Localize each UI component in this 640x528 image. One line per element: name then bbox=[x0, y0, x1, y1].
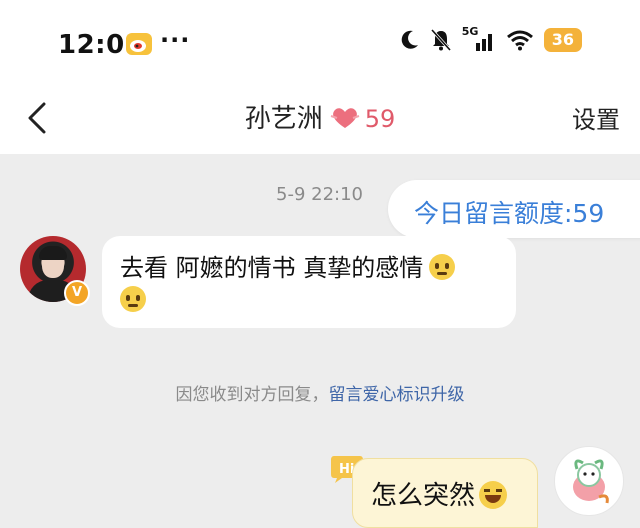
message-quota-text: 今日留言额度:59 bbox=[414, 199, 605, 228]
message-quota-pill: 今日留言额度:59 bbox=[388, 180, 640, 238]
weibo-icon bbox=[126, 33, 152, 55]
settings-button[interactable]: 设置 bbox=[572, 100, 620, 135]
cellular-signal-icon: 5G bbox=[462, 25, 496, 52]
battery-indicator: 36 bbox=[543, 28, 582, 52]
notice-link[interactable]: 留言爱心标识升级 bbox=[329, 385, 465, 405]
nav-bar: 孙艺洲 59 设置 bbox=[0, 86, 640, 154]
bell-off-icon bbox=[430, 28, 451, 52]
system-notice: 因您收到对方回复，留言爱心标识升级 bbox=[175, 385, 465, 405]
intimacy-count: 59 bbox=[364, 105, 396, 133]
message-bubble-incoming[interactable]: 去看 阿嬷的情书 真挚的感情 bbox=[102, 236, 516, 328]
laughing-emoji-icon bbox=[479, 481, 508, 509]
message-timestamp: 5-9 22:10 bbox=[276, 184, 363, 205]
verified-badge-icon: V bbox=[64, 280, 90, 306]
more-icon: ··· bbox=[160, 26, 191, 54]
message-text: 怎么突然 bbox=[371, 475, 508, 512]
message-bubble-outgoing[interactable]: 怎么突然 bbox=[352, 458, 538, 528]
moon-icon bbox=[401, 30, 418, 49]
contact-name: 孙艺洲 bbox=[244, 104, 323, 134]
heart-icon bbox=[330, 108, 360, 128]
cartoon-avatar-icon bbox=[573, 459, 609, 504]
sad-emoji-icon bbox=[429, 254, 456, 280]
wifi-icon bbox=[506, 30, 533, 51]
chat-title: 孙艺洲 59 bbox=[0, 98, 640, 135]
sad-emoji-icon bbox=[120, 286, 146, 312]
my-avatar[interactable] bbox=[554, 446, 624, 516]
message-text: 去看 阿嬷的情书 真挚的感情 bbox=[120, 252, 510, 316]
status-bar: 12:01 ··· 5G 36 bbox=[0, 0, 640, 86]
system-icons: 5G 36 bbox=[398, 25, 582, 52]
